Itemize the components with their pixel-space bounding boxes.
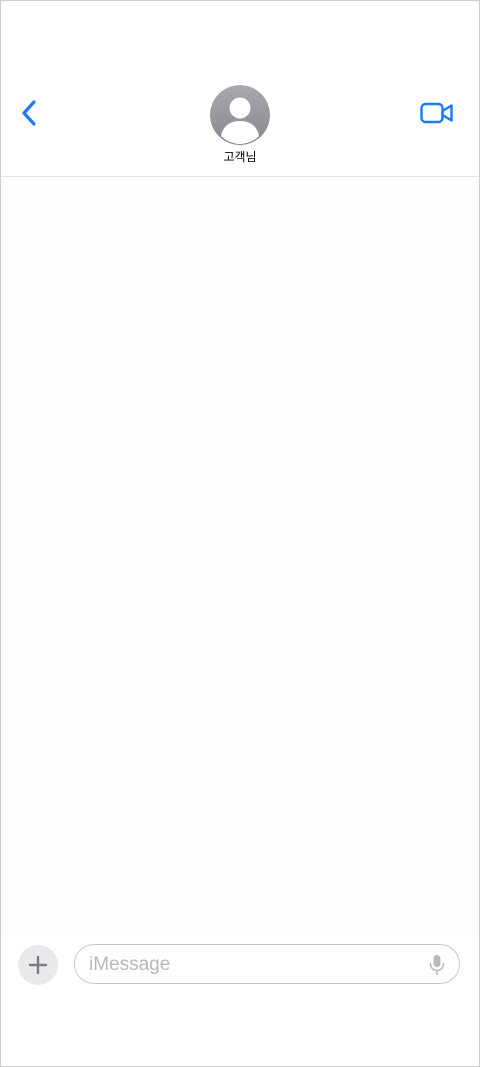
conversation-header: 고객님 [1, 1, 479, 177]
add-attachment-button[interactable] [18, 945, 58, 985]
chevron-left-icon [22, 100, 36, 126]
message-input[interactable]: iMessage [74, 944, 460, 984]
plus-icon [28, 955, 48, 975]
messages-screen: 고객님 iMessage [0, 0, 480, 1067]
microphone-icon[interactable] [429, 954, 445, 976]
back-button[interactable] [13, 97, 45, 129]
avatar [210, 85, 270, 145]
person-silhouette-icon [210, 85, 270, 145]
contact-name: 고객님 [223, 150, 257, 164]
facetime-video-button[interactable] [417, 97, 457, 129]
video-camera-icon [420, 102, 453, 124]
message-list[interactable] [1, 177, 479, 937]
contact-info-button[interactable]: 고객님 [190, 85, 290, 164]
message-input-placeholder: iMessage [89, 954, 171, 975]
